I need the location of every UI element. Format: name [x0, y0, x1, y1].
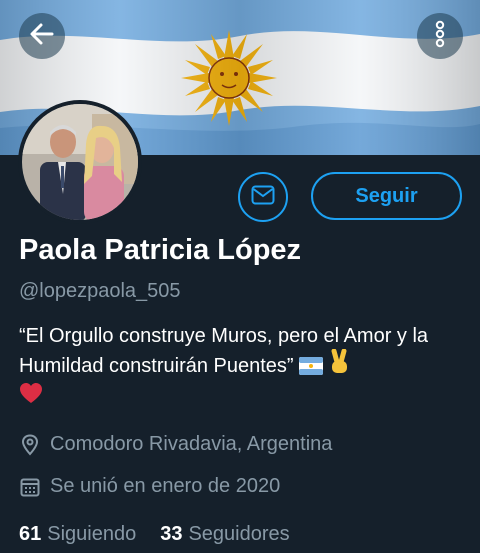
profile-join-date: Se unió en enero de 2020	[19, 475, 280, 498]
profile-bio: “El Orgullo construye Muros, pero el Amo…	[19, 323, 459, 411]
calendar-icon	[19, 476, 41, 498]
message-button[interactable]	[238, 172, 288, 222]
avatar-photo	[22, 104, 138, 220]
location-pin-icon	[19, 433, 41, 456]
profile-location: Comodoro Rivadavia, Argentina	[19, 433, 332, 456]
more-options-button[interactable]	[417, 13, 463, 59]
argentina-flag-emoji	[299, 356, 324, 382]
followers-stat[interactable]: 33 Seguidores	[160, 523, 289, 546]
envelope-icon	[251, 185, 275, 210]
following-label: Siguiendo	[47, 523, 137, 545]
join-date-text: Se unió en enero de 2020	[50, 475, 281, 497]
following-count: 61	[19, 523, 42, 545]
avatar[interactable]	[18, 100, 142, 224]
more-vertical-icon	[434, 20, 446, 53]
followers-count: 33	[160, 523, 183, 545]
following-stat[interactable]: 61 Siguiendo	[19, 523, 136, 546]
profile-handle[interactable]: @lopezpaola_505	[19, 280, 181, 303]
followers-label: Seguidores	[188, 523, 290, 545]
profile-name: Paola Patricia López	[19, 234, 302, 266]
bio-text: “El Orgullo construye Muros, pero el Amo…	[19, 325, 429, 377]
arrow-left-icon	[29, 21, 55, 52]
red-heart-emoji	[19, 382, 43, 411]
victory-hand-emoji	[329, 348, 351, 382]
profile-stats: 61 Siguiendo 33 Seguidores	[19, 523, 314, 546]
back-button[interactable]	[19, 13, 65, 59]
location-text: Comodoro Rivadavia, Argentina	[50, 433, 333, 455]
follow-button[interactable]: Seguir	[311, 172, 462, 220]
